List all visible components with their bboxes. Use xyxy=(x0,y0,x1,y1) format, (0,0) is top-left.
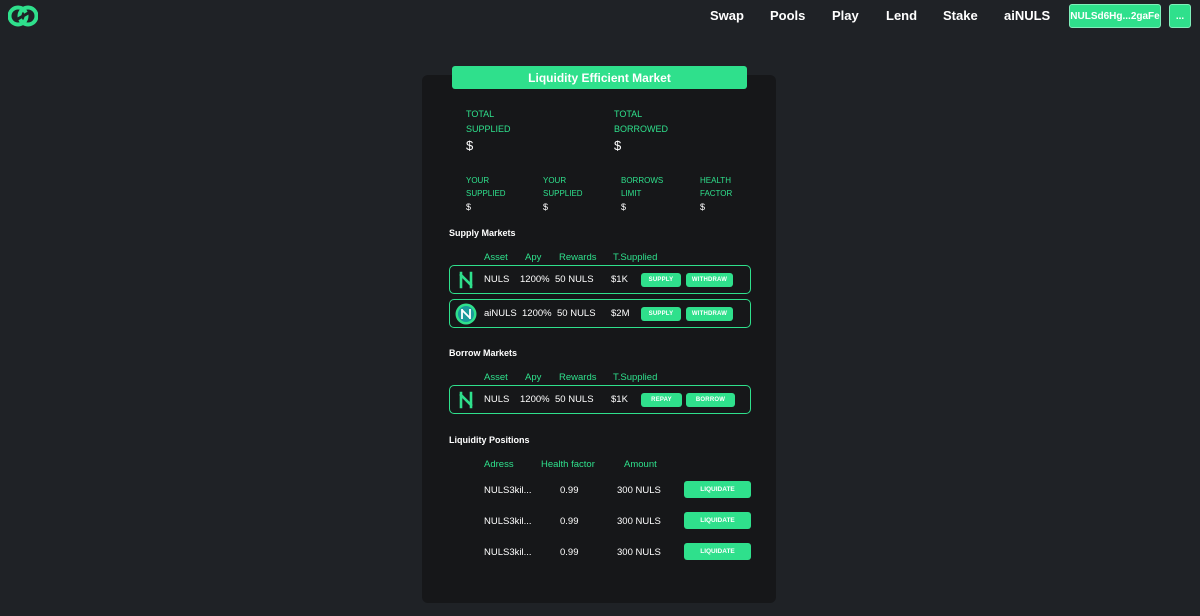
stat-label-line1: HEALTH xyxy=(700,176,731,185)
nuls-token-icon xyxy=(459,391,473,409)
supply-row-ainuls: aiNULS 1200% 50 NULS $2M SUPPLY WITHDRAW xyxy=(449,299,751,328)
your-supplied-value-2: $ xyxy=(543,202,549,212)
stat-label-line2: LIMIT xyxy=(621,189,642,198)
health-factor-value: $ xyxy=(700,202,706,212)
total-supplied-label: TOTAL SUPPLIED xyxy=(466,107,511,137)
position-address: NULS3kil... xyxy=(484,547,532,558)
borrows-limit-value: $ xyxy=(621,202,627,212)
positions-col-address: Adress xyxy=(484,459,514,470)
repay-button[interactable]: REPAY xyxy=(641,393,682,407)
stat-label-line1: YOUR xyxy=(466,176,490,185)
nav-stake[interactable]: Stake xyxy=(943,8,978,23)
position-address: NULS3kil... xyxy=(484,516,532,527)
position-amount: 300 NULS xyxy=(617,485,661,496)
asset-name: NULS xyxy=(484,274,510,285)
stat-label-line1: BORROWS xyxy=(621,176,664,185)
nav-pools[interactable]: Pools xyxy=(770,8,805,23)
position-health: 0.99 xyxy=(560,485,579,496)
supply-col-apy: Apy xyxy=(525,252,542,263)
ainuls-token-icon xyxy=(455,303,477,325)
stat-label-line2: FACTOR xyxy=(700,189,733,198)
total-borrowed-label: TOTAL BORROWED xyxy=(614,107,668,137)
position-health: 0.99 xyxy=(560,547,579,558)
borrow-button[interactable]: BORROW xyxy=(686,393,735,407)
total-supplied-label-line1: TOTAL xyxy=(466,109,495,119)
position-amount: 300 NULS xyxy=(617,547,661,558)
your-supplied-label-2: YOUR SUPPLIED xyxy=(543,174,583,200)
nav-ainuls[interactable]: aiNULS xyxy=(1004,8,1050,23)
asset-total-supplied: $1K xyxy=(611,274,628,285)
asset-rewards: 50 NULS xyxy=(555,394,594,405)
borrow-markets-title: Borrow Markets xyxy=(449,348,518,358)
stat-label-line2: SUPPLIED xyxy=(543,189,583,198)
supply-col-asset: Asset xyxy=(484,252,508,263)
total-borrowed-value: $ xyxy=(614,138,622,153)
borrow-col-asset: Asset xyxy=(484,372,508,383)
wallet-address-button[interactable]: NULSd6Hg...2gaFe xyxy=(1069,4,1161,28)
asset-apy: 1200% xyxy=(522,308,552,319)
more-menu-button[interactable]: ... xyxy=(1169,4,1191,28)
asset-rewards: 50 NULS xyxy=(557,308,596,319)
asset-total-supplied: $2M xyxy=(611,308,630,319)
total-borrowed-label-line1: TOTAL xyxy=(614,109,643,119)
asset-name: aiNULS xyxy=(484,308,517,319)
asset-name: NULS xyxy=(484,394,510,405)
borrow-col-apy: Apy xyxy=(525,372,542,383)
total-supplied-label-line2: SUPPLIED xyxy=(466,124,511,134)
market-title: Liquidity Efficient Market xyxy=(452,66,747,89)
asset-total-supplied: $1K xyxy=(611,394,628,405)
total-supplied-value: $ xyxy=(466,138,474,153)
nuls-token-icon xyxy=(459,271,473,289)
liquidate-button[interactable]: LIQUIDATE xyxy=(684,481,751,498)
asset-rewards: 50 NULS xyxy=(555,274,594,285)
liquidate-button[interactable]: LIQUIDATE xyxy=(684,543,751,560)
borrow-col-rewards: Rewards xyxy=(559,372,597,383)
position-amount: 300 NULS xyxy=(617,516,661,527)
withdraw-button[interactable]: WITHDRAW xyxy=(686,307,733,321)
your-supplied-value: $ xyxy=(466,202,472,212)
your-supplied-label: YOUR SUPPLIED xyxy=(466,174,506,200)
position-address: NULS3kil... xyxy=(484,485,532,496)
supply-row-nuls: NULS 1200% 50 NULS $1K SUPPLY WITHDRAW xyxy=(449,265,751,294)
borrow-col-total: T.Supplied xyxy=(613,372,658,383)
borrow-row-nuls: NULS 1200% 50 NULS $1K REPAY BORROW xyxy=(449,385,751,414)
withdraw-button[interactable]: WITHDRAW xyxy=(686,273,733,287)
supply-button[interactable]: SUPPLY xyxy=(641,273,681,287)
stat-label-line1: YOUR xyxy=(543,176,567,185)
positions-col-amount: Amount xyxy=(624,459,657,470)
health-factor-label: HEALTH FACTOR xyxy=(700,174,732,200)
liquidate-button[interactable]: LIQUIDATE xyxy=(684,512,751,529)
liquidity-positions-title: Liquidity Positions xyxy=(449,435,530,445)
position-health: 0.99 xyxy=(560,516,579,527)
supply-button[interactable]: SUPPLY xyxy=(641,307,681,321)
nav-swap[interactable]: Swap xyxy=(710,8,744,23)
top-nav: Swap Pools Play Lend Stake aiNULS NULSd6… xyxy=(0,0,1200,32)
stat-label-line2: SUPPLIED xyxy=(466,189,506,198)
positions-col-health: Health factor xyxy=(541,459,595,470)
nav-lend[interactable]: Lend xyxy=(886,8,917,23)
supply-col-total: T.Supplied xyxy=(613,252,658,263)
total-borrowed-label-line2: BORROWED xyxy=(614,124,668,134)
borrows-limit-label: BORROWS LIMIT xyxy=(621,174,663,200)
asset-apy: 1200% xyxy=(520,394,550,405)
asset-apy: 1200% xyxy=(520,274,550,285)
supply-col-rewards: Rewards xyxy=(559,252,597,263)
nav-play[interactable]: Play xyxy=(832,8,859,23)
nuls-logo-icon[interactable] xyxy=(8,3,38,29)
supply-markets-title: Supply Markets xyxy=(449,228,516,238)
